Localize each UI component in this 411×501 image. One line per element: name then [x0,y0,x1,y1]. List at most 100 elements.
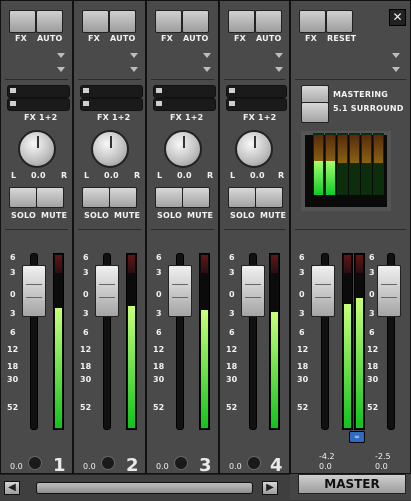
surround-channel-meter [313,133,324,195]
solo-button[interactable] [9,187,37,208]
mute-button[interactable] [109,187,137,208]
mute-button[interactable] [182,187,210,208]
auto-button[interactable] [36,10,63,33]
fader-scale-tick: 3 [10,268,16,277]
fx-send-slot[interactable] [7,85,70,98]
divider [224,79,285,80]
horizontal-scrollbar[interactable]: ◀ ▶ [0,474,290,501]
fader-scale-tick: 30 [80,375,92,384]
pan-knob[interactable] [235,130,273,168]
level-meter [199,253,210,430]
fx12-label: FX 1+2 [170,113,204,122]
fader-scale-tick: 52 [367,403,379,412]
fader-scale-tick: 6 [10,253,16,262]
fx-send-slot[interactable] [7,98,70,111]
fx-button[interactable] [155,10,182,33]
solo-button[interactable] [228,187,256,208]
auto-label: AUTO [256,34,282,43]
fader-scale-tick: 6 [369,253,375,262]
scroll-left-button[interactable]: ◀ [4,481,20,495]
fader-scale-tick: 6 [156,253,162,262]
channel-strip-3: FX AUTO FX 1+2 L 0.0 R SOLO MUTE 6 3 0 3… [146,0,219,476]
pan-value: 0.0 [250,171,265,180]
pan-right-label: R [278,171,285,180]
pan-knob[interactable] [164,130,202,168]
fx-button[interactable] [228,10,255,33]
chevron-down-icon[interactable] [203,53,211,58]
volume-fader[interactable] [95,265,119,317]
fader-scale-tick: 3 [369,309,375,318]
fader-scale-tick: 6 [369,328,375,337]
master-left-peak: -4.2 [319,452,335,461]
scroll-right-button[interactable]: ▶ [262,481,278,495]
chevron-down-icon[interactable] [275,53,283,58]
solo-button[interactable] [155,187,183,208]
chevron-down-icon[interactable] [392,53,400,58]
solo-button[interactable] [82,187,110,208]
surround-channel-meter [373,133,384,195]
link-icon[interactable]: ∞ [349,431,365,443]
fx-send-slot[interactable] [226,85,287,98]
fx-button[interactable] [9,10,36,33]
fader-scale-tick: 0 [369,290,375,299]
fader-scale-tick: 18 [153,362,165,371]
fx-send-slot[interactable] [80,98,143,111]
mixer-window: FX AUTO FX 1+2 L 0.0 R SOLO MUTE 6 3 0 3… [0,0,411,501]
fader-scale-tick: 0 [299,290,305,299]
auto-label: AUTO [183,34,209,43]
gain-value: 0.0 [229,462,242,471]
master-right-meter [354,253,365,430]
auto-button[interactable] [109,10,136,33]
chevron-down-icon[interactable] [275,67,283,72]
volume-fader[interactable] [22,265,46,317]
reset-button[interactable] [326,10,353,33]
master-right-fader[interactable] [377,265,401,317]
auto-button[interactable] [255,10,282,33]
fx-send-slot[interactable] [80,85,143,98]
scroll-thumb[interactable] [36,482,253,494]
chevron-down-icon[interactable] [57,53,65,58]
chevron-down-icon[interactable] [130,53,138,58]
close-icon[interactable]: ✕ [389,9,406,26]
fx-send-slot[interactable] [226,98,287,111]
channel-number: 1 [53,455,66,476]
chevron-down-icon[interactable] [392,67,400,72]
master-fx-button[interactable] [299,10,326,33]
solo-label: SOLO [84,211,109,220]
surround-button[interactable] [301,102,329,123]
volume-fader[interactable] [168,265,192,317]
mute-button[interactable] [255,187,283,208]
channel-number: 4 [270,455,283,476]
surround-channel-meter [337,133,348,195]
chevron-down-icon[interactable] [203,67,211,72]
auto-button[interactable] [182,10,209,33]
fader-scale-tick: 3 [156,309,162,318]
pan-knob[interactable] [91,130,129,168]
fader-scale-tick: 3 [369,268,375,277]
fader-scale-tick: 6 [83,253,89,262]
master-label: MASTER [298,474,406,494]
fader-scale-tick: 30 [226,375,238,384]
mastering-label: MASTERING [333,90,389,99]
pan-left-label: L [157,171,163,180]
pan-knob[interactable] [18,130,56,168]
fx12-label: FX 1+2 [24,113,58,122]
fx-send-slot[interactable] [153,98,216,111]
fader-scale-tick: 3 [229,268,235,277]
channel-strip-4: FX AUTO FX 1+2 L 0.0 R SOLO MUTE 6 3 0 3… [219,0,290,476]
level-meter [53,253,64,430]
fader-scale-tick: 6 [299,328,305,337]
fader-scale-tick: 18 [226,362,238,371]
master-left-meter [342,253,353,430]
master-left-fader[interactable] [311,265,335,317]
mute-label: MUTE [187,211,214,220]
mute-label: MUTE [260,211,287,220]
fx-send-slot[interactable] [153,85,216,98]
fader-scale-tick: 12 [367,345,379,354]
channel-strip-1: FX AUTO FX 1+2 L 0.0 R SOLO MUTE 6 3 0 3… [0,0,73,476]
mute-button[interactable] [36,187,64,208]
chevron-down-icon[interactable] [130,67,138,72]
volume-fader[interactable] [241,265,265,317]
chevron-down-icon[interactable] [57,67,65,72]
fx-button[interactable] [82,10,109,33]
